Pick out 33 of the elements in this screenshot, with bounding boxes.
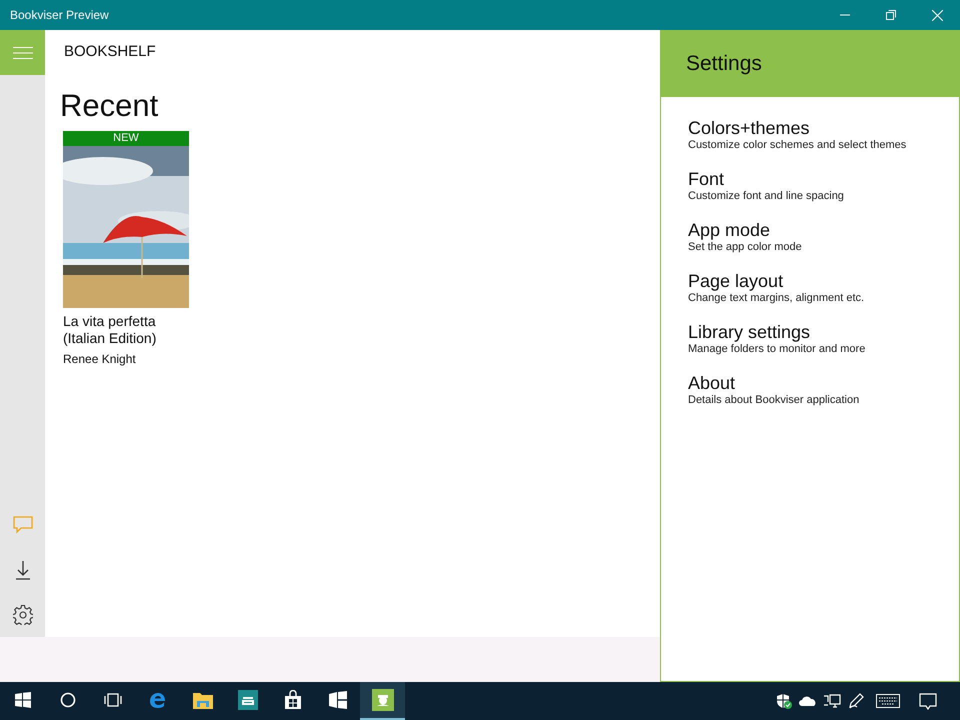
settings-item[interactable]: Colors+themes Customize color schemes and select themes [661, 118, 959, 152]
network-icon [823, 693, 841, 709]
keyboard-icon [876, 694, 900, 708]
restore-icon [886, 10, 896, 20]
settings-item[interactable]: Page layout Change text margins, alignment etc. [661, 271, 959, 305]
notifications-icon [919, 692, 937, 710]
book-cover[interactable]: NEW [63, 131, 189, 308]
tiles-icon [328, 690, 348, 710]
windows-logo-icon [14, 692, 30, 708]
cloud-icon [799, 695, 817, 707]
panel-title: Settings [686, 50, 762, 77]
app-logo-icon [372, 689, 394, 711]
task-view-icon [104, 692, 122, 708]
new-label: NEW [63, 131, 189, 146]
settings-item[interactable]: App mode Set the app color mode [661, 220, 959, 254]
pen-icon [848, 693, 864, 709]
window-title: Bookviser Preview [9, 7, 110, 24]
circle-icon [60, 692, 76, 708]
settings-item[interactable]: Font Customize font and line spacing [661, 169, 959, 203]
e-logo-icon [148, 690, 168, 710]
close-icon [932, 10, 942, 20]
menu-icon [12, 46, 32, 58]
shield-icon [776, 693, 792, 709]
settings-item[interactable]: Library settings Manage folders to monitor and more [661, 322, 959, 356]
printer-icon [238, 690, 258, 710]
book-author: Renee Knight [63, 352, 136, 366]
book-title: La vita perfetta (Italian Edition) [63, 313, 156, 346]
page-heading: BOOKSHELF [64, 42, 156, 62]
section-heading: Recent [60, 88, 158, 123]
shopping-bag-icon [282, 690, 302, 710]
taskbar-button[interactable] [360, 682, 405, 720]
settings-item[interactable]: About Details about Bookviser application [661, 373, 959, 407]
folder-icon [192, 691, 212, 709]
